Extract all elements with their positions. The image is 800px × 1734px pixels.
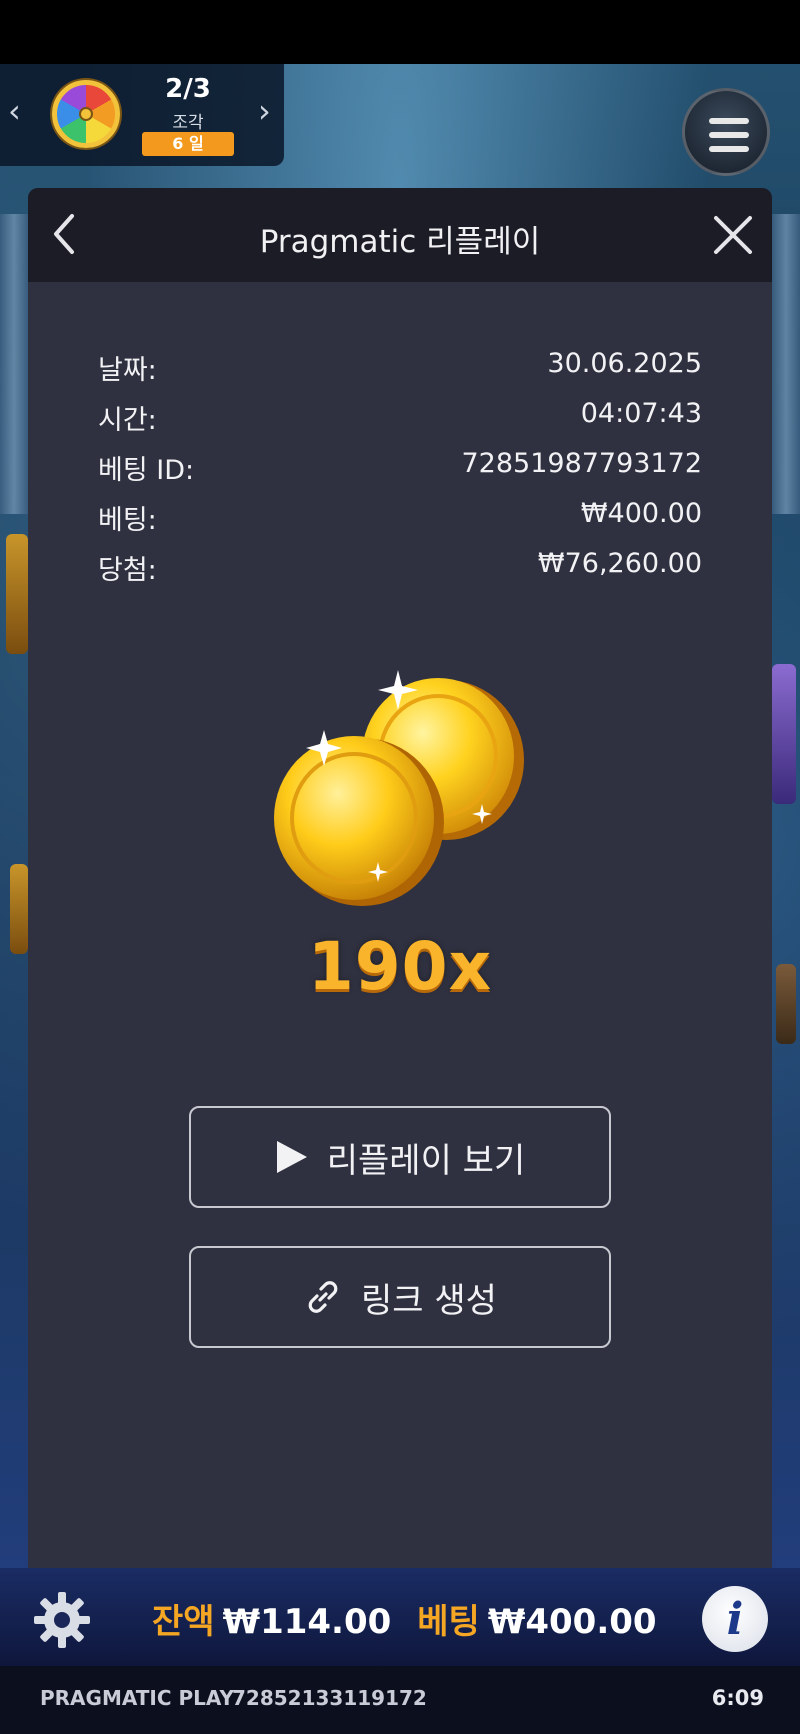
status-strip (0, 0, 800, 64)
background-pillar-right (772, 214, 800, 514)
reel-symbol-left (6, 534, 28, 654)
panel-title: Pragmatic 리플레이 (259, 224, 541, 260)
balance-display: 잔액 ₩114.00 (152, 1594, 391, 1643)
gold-coins-icon (274, 670, 524, 906)
chevron-right-icon[interactable]: › (258, 92, 271, 130)
hamburger-menu-icon (709, 118, 749, 124)
bet-display[interactable]: 베팅 ₩400.00 (417, 1594, 656, 1643)
settings-button[interactable] (30, 1588, 94, 1652)
detail-row-time: 시간: 04:07:43 (98, 398, 702, 438)
replay-panel: Pragmatic 리플레이 날짜: 30.06.2025 시간: 04:07:… (28, 188, 772, 1568)
progress-count: 2/3 (165, 74, 211, 104)
panel-header: Pragmatic 리플레이 (28, 188, 772, 282)
info-icon: i (726, 1593, 744, 1645)
reel-symbol-right (772, 664, 796, 804)
bottom-bar: 잔액 ₩114.00 베팅 ₩400.00 i (0, 1568, 800, 1666)
hamburger-menu-line (709, 146, 749, 152)
detail-row-win: 당첨: ₩76,260.00 (98, 548, 702, 588)
info-button[interactable]: i (702, 1586, 768, 1652)
progress-piece-label: 조각 (172, 113, 204, 133)
watch-replay-button[interactable]: 리플레이 보기 (189, 1106, 611, 1208)
reel-symbol-left-2 (10, 864, 28, 954)
create-link-label: 링크 생성 (361, 1280, 497, 1321)
bet-value: ₩400.00 (487, 1601, 657, 1642)
detail-row-date: 날짜: 30.06.2025 (98, 348, 702, 388)
win-multiplier: 190x (307, 928, 493, 1005)
provider-brand: PRAGMATIC PLAY (40, 1686, 234, 1710)
detail-label: 날짜: (98, 355, 157, 386)
detail-row-bet-id: 베팅 ID: 72851987793172 (98, 448, 702, 488)
play-icon (276, 1141, 307, 1173)
bet-label: 베팅 (417, 1601, 480, 1642)
detail-label: 시간: (98, 405, 157, 436)
balance-value: ₩114.00 (222, 1601, 392, 1642)
detail-value: 04:07:43 (580, 398, 702, 429)
watch-replay-label: 리플레이 보기 (326, 1140, 526, 1181)
reel-symbol-right-2 (776, 964, 796, 1044)
balance-and-bet: 잔액 ₩114.00 베팅 ₩400.00 (152, 1588, 657, 1648)
background-pillar-left (0, 214, 28, 514)
close-icon (714, 216, 752, 254)
clock-time: 6:09 (711, 1686, 764, 1710)
balance-label: 잔액 (152, 1601, 215, 1642)
detail-label: 베팅 ID: (98, 455, 195, 486)
create-link-button[interactable]: 링크 생성 (189, 1246, 611, 1348)
round-id: 72852133119172 (232, 1686, 427, 1710)
detail-row-bet: 베팅: ₩400.00 (98, 498, 702, 538)
detail-label: 베팅: (98, 505, 157, 536)
close-button[interactable] (708, 208, 758, 264)
menu-button[interactable] (682, 88, 770, 176)
gear-icon (34, 1592, 90, 1648)
detail-value: ₩76,260.00 (537, 548, 702, 579)
days-remaining-badge: 6 일 (142, 132, 234, 156)
prize-wheel-icon (52, 80, 120, 148)
hamburger-menu-line (709, 132, 749, 138)
detail-value: 30.06.2025 (547, 348, 702, 379)
wheel-center (79, 107, 93, 121)
link-icon (308, 1281, 338, 1313)
detail-value: 72851987793172 (461, 448, 703, 479)
detail-value: ₩400.00 (580, 498, 702, 529)
chevron-left-icon[interactable]: ‹ (8, 92, 21, 130)
footer-bar: PRAGMATIC PLAY 72852133119172 6:09 (0, 1666, 800, 1734)
collection-progress-widget[interactable]: ‹ 2/3 조각 6 일 › (0, 64, 284, 166)
detail-label: 당첨: (98, 555, 157, 586)
